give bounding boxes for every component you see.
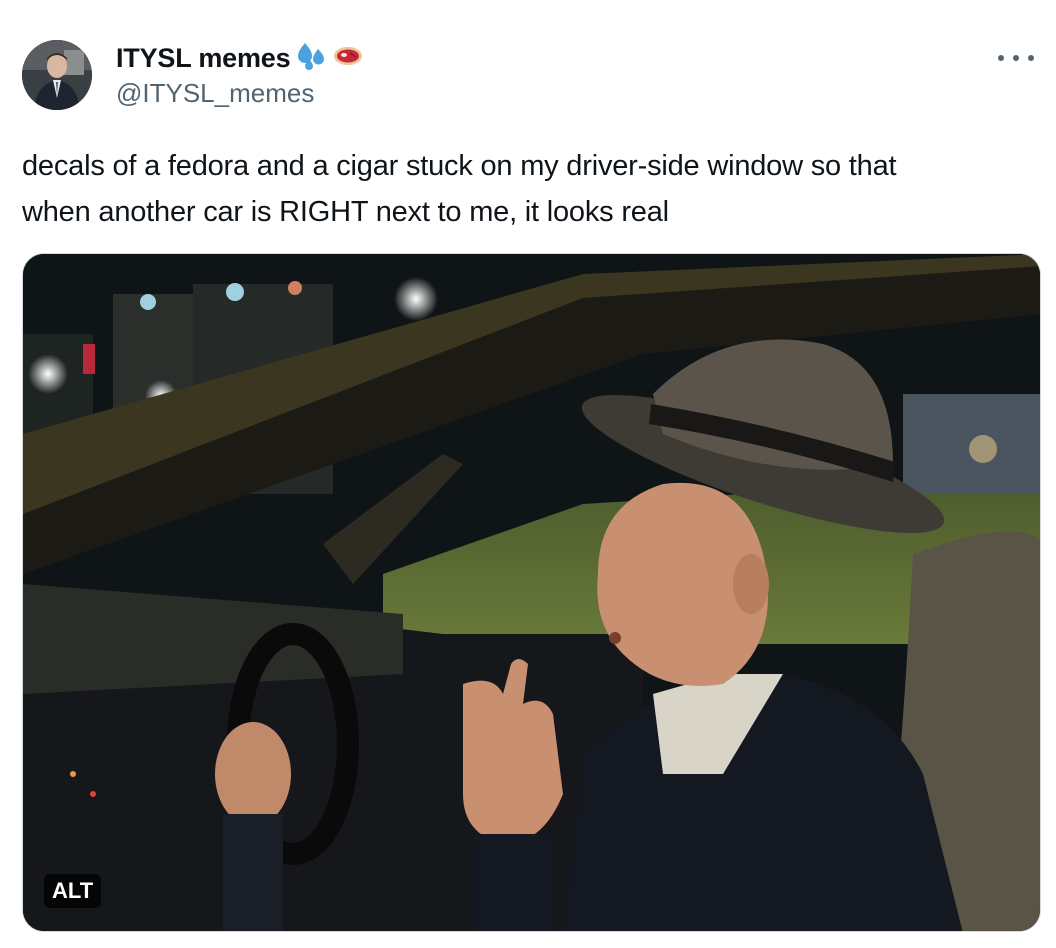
dot xyxy=(998,55,1004,61)
tweet-media[interactable] xyxy=(22,253,1041,932)
tweet-text: decals of a fedora and a cigar stuck on … xyxy=(22,143,1022,235)
alt-badge[interactable]: ALT xyxy=(44,874,102,908)
user-handle[interactable]: @ITYSL_memes xyxy=(116,78,314,109)
sweat-droplets-icon xyxy=(296,41,326,76)
display-name[interactable]: ITYSL memes xyxy=(116,43,291,74)
dot xyxy=(1028,55,1034,61)
steak-icon xyxy=(332,44,364,73)
avatar-image xyxy=(22,40,92,110)
more-dots-icon[interactable] xyxy=(998,44,1034,72)
tweet-text-line: when another car is RIGHT next to me, it… xyxy=(22,196,669,228)
dot xyxy=(1013,55,1019,61)
avatar[interactable] xyxy=(22,40,92,110)
car-scene-image xyxy=(23,254,1040,931)
tweet-text-line: decals of a fedora and a cigar stuck on … xyxy=(22,150,897,182)
name-row: ITYSL memes xyxy=(116,40,364,76)
